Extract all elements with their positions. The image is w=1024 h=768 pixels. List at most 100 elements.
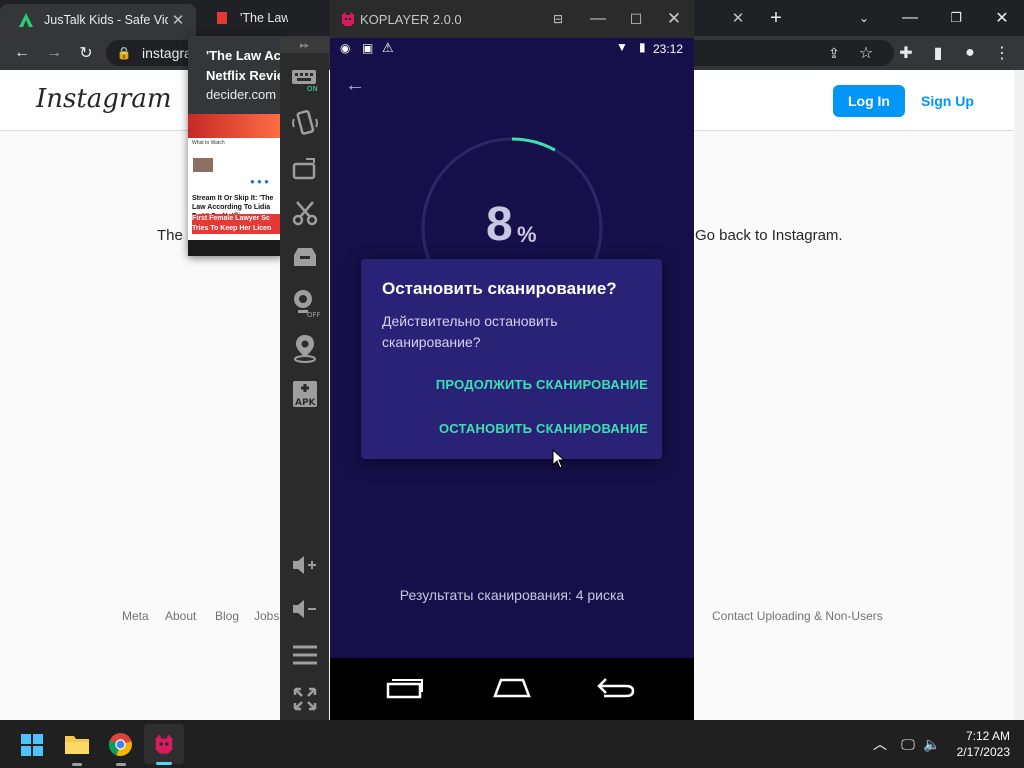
status-time: 23:12 (653, 42, 684, 56)
file-explorer-icon[interactable] (64, 732, 90, 756)
back-icon[interactable]: ← (10, 41, 34, 65)
hover-card-preview: What to Watch ● ● ● Stream It Or Skip It… (188, 114, 283, 256)
explorer-running-indicator (72, 763, 82, 766)
location-icon[interactable] (280, 331, 329, 365)
sidebar-collapse-handle[interactable]: ▸▸ (280, 37, 329, 53)
keyboard-icon[interactable]: ON (280, 63, 329, 95)
preview-image (193, 158, 213, 172)
clock-date: 2/17/2023 (956, 745, 1010, 759)
koplayer-minimize-icon[interactable]: — (588, 9, 608, 29)
stop-scan-dialog: Остановить сканирование? Действительно о… (361, 259, 662, 459)
stop-scan-button[interactable]: ОСТАНОВИТЬ СКАНИРОВАНИЕ (439, 421, 648, 436)
tab-search-icon[interactable]: ⌄ (852, 6, 876, 30)
scan-results-text[interactable]: Результаты сканирования: 4 риска (330, 587, 694, 603)
footer-link-contact[interactable]: Contact Uploading & Non-Users (712, 609, 883, 623)
scan-progress-value: 8 (486, 198, 513, 251)
network-icon[interactable]: 🖵 (898, 734, 918, 754)
sidepanel-icon[interactable]: ▮ (926, 41, 950, 65)
menu-icon[interactable]: ⋮ (990, 41, 1014, 65)
decider-icon (217, 12, 227, 24)
new-tab-button[interactable]: + (762, 6, 790, 30)
tab-justalk[interactable]: JusTalk Kids - Safe Video ✕ (0, 4, 196, 36)
footer-link-meta[interactable]: Meta (122, 609, 149, 623)
signup-link[interactable]: Sign Up (921, 93, 974, 109)
chrome-running-indicator (116, 763, 126, 766)
preview-footer (188, 240, 283, 256)
windows-taskbar: ︿ 🖵 🔈 7:12 AM 2/17/2023 (0, 720, 1024, 768)
svg-text:APK: APK (295, 398, 317, 408)
koplayer-close-icon[interactable]: ✕ (664, 9, 684, 29)
shared-folder-icon[interactable] (280, 241, 329, 273)
profile-icon[interactable]: ● (958, 41, 982, 65)
clock-time: 7:12 AM (965, 729, 1010, 743)
shake-icon[interactable] (280, 107, 329, 139)
instagram-logo[interactable]: Instagram (36, 84, 172, 114)
tab-close-area[interactable]: ✕ (694, 0, 754, 36)
footer-link-blog[interactable]: Blog (215, 609, 239, 623)
koplayer-maximize-icon[interactable]: ☐ (626, 9, 646, 29)
dialog-title: Остановить сканирование? (382, 279, 617, 298)
extensions-icon[interactable]: ✚ (894, 41, 918, 65)
preview-red-headline: First Female Lawyer Sc Tries To Keep Her… (192, 214, 282, 234)
menu-lines-icon[interactable] (280, 641, 329, 669)
recent-apps-icon[interactable] (386, 676, 424, 700)
chrome-icon[interactable] (108, 732, 133, 757)
volume-icon[interactable]: 🔈 (922, 734, 942, 754)
android-back-icon[interactable] (596, 676, 636, 700)
android-status-bar: ◉ ▣ ⚠ ▼ ▮ 23:12 (330, 38, 694, 60)
tab-title: JusTalk Kids - Safe Video (44, 13, 168, 27)
url-text: instagra (142, 45, 192, 61)
camera-icon[interactable]: OFF (280, 285, 329, 321)
taskbar-clock[interactable]: 7:12 AM 2/17/2023 (950, 728, 1010, 760)
error-text-left: The (157, 227, 183, 244)
windows-start-icon[interactable] (20, 733, 44, 757)
share-icon[interactable]: ⇪ (822, 41, 846, 65)
hover-card-domain: decider.com (206, 87, 277, 102)
continue-scan-button[interactable]: ПРОДОЛЖИТЬ СКАНИРОВАНИЕ (436, 377, 648, 392)
tab-hover-card: 'The Law Acc Netflix Revie decider.com W… (188, 36, 283, 256)
android-nav-bar (330, 658, 694, 720)
apk-install-icon[interactable]: APK (280, 377, 329, 411)
koplayer-logo-icon (342, 12, 354, 26)
scan-progress-unit: % (517, 222, 537, 247)
status-app-icon: ◉ (340, 41, 351, 55)
tab-decider[interactable]: 'The Law According (196, 0, 288, 36)
screenshot-scissors-icon[interactable] (280, 197, 329, 229)
home-icon[interactable] (493, 676, 531, 700)
android-back-arrow-icon[interactable]: ← (343, 73, 367, 97)
login-button[interactable]: Log In (833, 85, 905, 117)
page-scrollbar[interactable] (1014, 70, 1024, 720)
close-icon[interactable]: ✕ (728, 9, 748, 27)
bookmark-star-icon[interactable]: ☆ (854, 41, 878, 65)
koplayer-titlebar: KOPLAYER 2.0.0 ⊟ — ☐ ✕ (330, 0, 694, 38)
koplayer-dropdown-icon[interactable]: ⊟ (548, 9, 568, 29)
tray-chevron-icon[interactable]: ︿ (870, 734, 890, 754)
window-close-icon[interactable]: ✕ (990, 6, 1014, 30)
footer-link-about[interactable]: About (165, 609, 196, 623)
status-warning-icon: ⚠ (382, 40, 394, 55)
battery-icon: ▮ (639, 40, 646, 54)
volume-up-icon[interactable] (280, 551, 329, 579)
footer-link-jobs[interactable]: Jobs (254, 609, 279, 623)
go-back-link[interactable]: Go back to Instagram. (695, 227, 843, 244)
forward-icon[interactable]: → (42, 41, 66, 65)
lock-icon: 🔒 (116, 46, 132, 60)
status-image-icon: ▣ (362, 41, 374, 55)
preview-social-icons: ● ● ● (250, 177, 269, 186)
koplayer-running-indicator (156, 762, 172, 765)
mouse-cursor-icon (552, 449, 566, 469)
koplayer-title: KOPLAYER 2.0.0 (360, 12, 462, 27)
koplayer-taskbar-button[interactable] (144, 724, 184, 765)
volume-down-icon[interactable] (280, 595, 329, 623)
close-icon[interactable]: ✕ (168, 11, 188, 29)
minimize-icon[interactable]: — (898, 6, 922, 30)
svg-text:OFF: OFF (307, 311, 320, 319)
svg-text:ON: ON (307, 85, 318, 92)
hover-card-title: 'The Law Acc Netflix Revie (206, 48, 283, 83)
preview-nav: What to Watch (192, 140, 225, 146)
reload-icon[interactable]: ↻ (74, 41, 98, 65)
restore-icon[interactable]: ❐ (944, 6, 968, 30)
fullscreen-icon[interactable] (280, 685, 329, 713)
tab-title: 'The Law According (240, 11, 288, 25)
rotate-screen-icon[interactable] (280, 153, 329, 185)
